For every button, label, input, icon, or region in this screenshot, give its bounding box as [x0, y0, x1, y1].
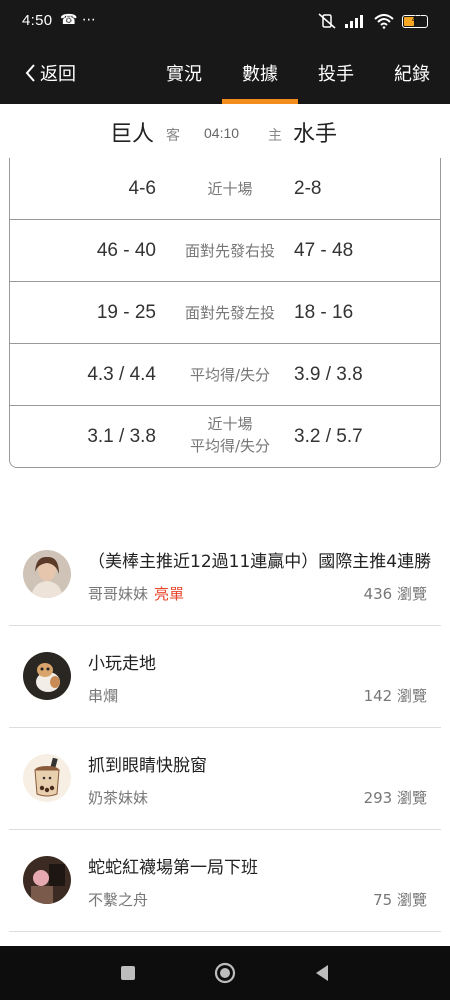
tab-records[interactable]: 紀錄 — [394, 60, 430, 86]
system-navigation-bar — [0, 946, 450, 1000]
stat-label: 面對先發左投 — [184, 304, 275, 322]
battery-level: 44 — [412, 13, 423, 24]
stat-label: 面對先發右投 — [184, 242, 275, 260]
status-time: 4:50 — [22, 12, 53, 29]
avatar — [23, 754, 71, 802]
stat-home-value: 3.9 / 3.8 — [294, 364, 363, 385]
status-right-icons: 44 — [318, 13, 428, 29]
stat-label-line1: 近十場 — [207, 415, 253, 433]
stat-home-value: 2-8 — [294, 178, 322, 199]
avatar — [23, 550, 71, 598]
avatar — [23, 652, 71, 700]
match-time: 04:10 — [204, 125, 240, 141]
top-nav: 返回 實況 數據 投手 紀錄 — [0, 44, 450, 104]
home-tag: 主 — [268, 128, 282, 144]
back-triangle-icon[interactable] — [311, 962, 333, 984]
tab-live[interactable]: 實況 — [166, 60, 202, 86]
signal-icon — [345, 15, 363, 28]
post-author: 不繫之舟 — [88, 889, 148, 910]
recent-apps-icon[interactable] — [117, 962, 139, 984]
post-author-name: 串爛 — [88, 687, 119, 705]
stat-away-value: 4.3 / 4.4 — [87, 364, 156, 385]
stats-table: 4-6 近十場 2-8 46 - 40 面對先發右投 47 - 48 19 - … — [9, 158, 441, 468]
portrait-avatar-icon — [23, 550, 71, 598]
dog-avatar-icon — [23, 652, 71, 700]
stat-row-vs-lhp: 19 - 25 面對先發左投 18 - 16 — [10, 282, 440, 344]
stat-away-value: 3.1 / 3.8 — [87, 426, 156, 447]
post-author-name: 不繫之舟 — [88, 891, 149, 909]
back-button[interactable]: 返回 — [22, 60, 76, 86]
stat-away-value: 46 - 40 — [96, 240, 156, 261]
post-author-name: 哥哥妹妹 — [88, 585, 149, 603]
battery-icon: 44 — [402, 13, 428, 28]
stat-away-value: 4-6 — [128, 178, 156, 199]
post-views: 436 瀏覽 — [363, 585, 427, 603]
stat-label: 平均得/失分 — [189, 366, 271, 384]
stat-row-last-ten: 4-6 近十場 2-8 — [10, 158, 440, 220]
home-icon[interactable] — [214, 962, 236, 984]
post-title: 抓到眼睛快脫窗 — [88, 756, 207, 776]
list-item[interactable]: （美棒主推近12過11連贏中）國際主推4連勝 哥哥妹妹 亮單 436 瀏覽 — [9, 524, 441, 626]
post-views: 293 瀏覽 — [363, 789, 427, 807]
post-author: 奶茶妹妹 — [88, 787, 148, 808]
stat-label: 近十場 平均得/失分 — [170, 413, 290, 457]
back-label: 返回 — [40, 64, 76, 85]
status-bar: 4:50 ☎ ⋯ 44 — [0, 0, 450, 44]
post-views: 75 瀏覽 — [373, 891, 427, 909]
avatar — [23, 856, 71, 904]
post-author-name: 奶茶妹妹 — [88, 789, 149, 807]
post-title: （美棒主推近12過11連贏中）國際主推4連勝 — [88, 552, 432, 572]
post-title: 小玩走地 — [88, 654, 156, 674]
post-author: 哥哥妹妹 亮單 — [88, 583, 184, 604]
bubble-tea-avatar-icon — [23, 754, 71, 802]
post-title: 蛇蛇紅襪場第一局下班 — [88, 858, 258, 878]
stat-label-line2: 平均得/失分 — [189, 437, 271, 455]
stat-row-vs-rhp: 46 - 40 面對先發右投 47 - 48 — [10, 220, 440, 282]
tab-pitcher[interactable]: 投手 — [318, 60, 354, 86]
photo-avatar-icon — [23, 856, 71, 904]
away-tag: 客 — [166, 128, 180, 144]
chevron-left-icon — [25, 64, 35, 82]
post-author: 串爛 — [88, 685, 118, 706]
stat-home-value: 18 - 16 — [294, 302, 354, 323]
home-team-name: 水手 — [293, 122, 338, 147]
stat-row-avg-runs: 4.3 / 4.4 平均得/失分 3.9 / 3.8 — [10, 344, 440, 406]
stat-home-value: 3.2 / 5.7 — [294, 426, 363, 447]
tab-stats[interactable]: 數據 — [242, 60, 278, 86]
list-item[interactable]: 抓到眼睛快脫窗 奶茶妹妹 293 瀏覽 — [9, 728, 441, 830]
list-item[interactable]: 蛇蛇紅襪場第一局下班 不繫之舟 75 瀏覽 — [9, 830, 441, 932]
mute-vibrate-icon — [318, 13, 336, 29]
match-header: 巨人 客 04:10 主 水手 — [0, 104, 450, 158]
stat-label: 近十場 — [207, 180, 253, 198]
stat-row-last-ten-avg-runs: 3.1 / 3.8 近十場 平均得/失分 3.2 / 5.7 — [10, 406, 440, 468]
post-badge: 亮單 — [154, 585, 185, 603]
stat-away-value: 19 - 25 — [96, 302, 156, 323]
status-notification-icons: ☎ ⋯ — [60, 12, 96, 28]
post-views: 142 瀏覽 — [363, 687, 427, 705]
stat-home-value: 47 - 48 — [294, 240, 354, 261]
wifi-icon — [374, 13, 394, 29]
away-team-name: 巨人 — [110, 122, 155, 147]
list-item[interactable]: 小玩走地 串爛 142 瀏覽 — [9, 626, 441, 728]
